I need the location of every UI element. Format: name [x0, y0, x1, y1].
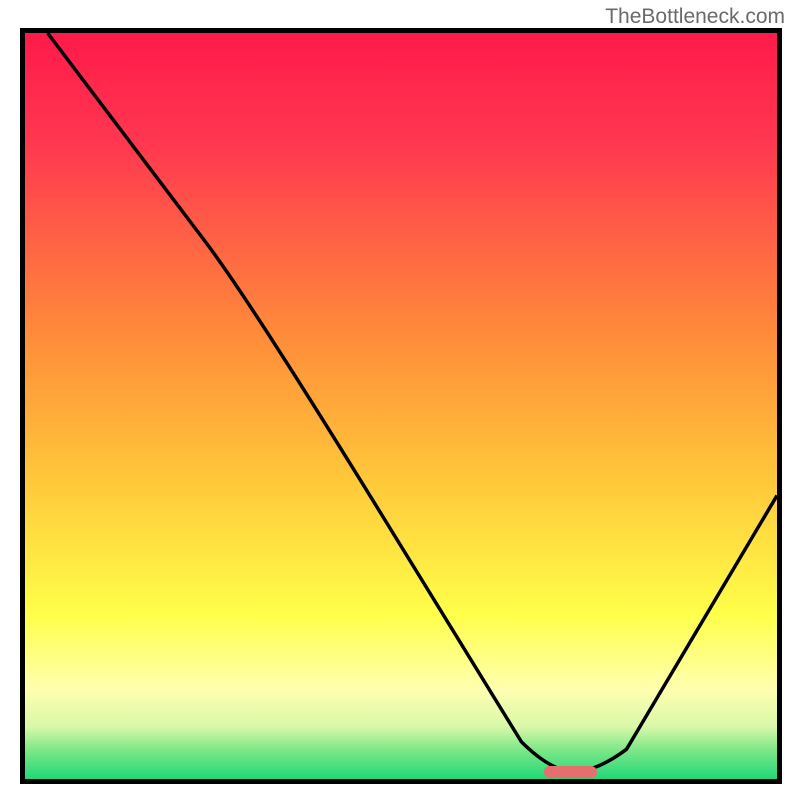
bottleneck-chart [20, 28, 782, 784]
watermark-text: TheBottleneck.com [605, 5, 785, 29]
optimal-marker [544, 766, 597, 778]
bottleneck-curve [25, 33, 777, 779]
